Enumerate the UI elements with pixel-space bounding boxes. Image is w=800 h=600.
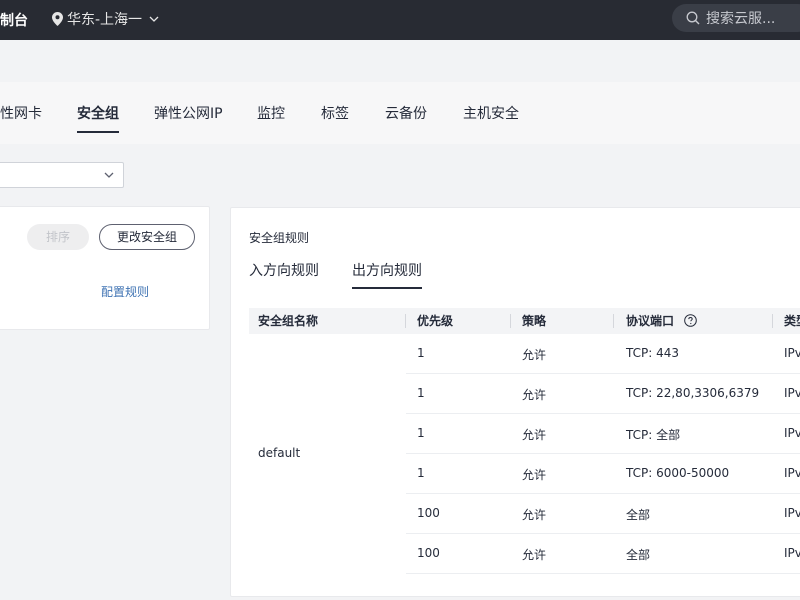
help-icon[interactable]: [684, 314, 698, 327]
priority-cell: 100: [417, 546, 440, 560]
table-row: 1 允许 TCP: 6000-50000 IPv4: [406, 454, 800, 494]
tab-inbound-rules[interactable]: 入方向规则: [249, 260, 319, 286]
column-header-priority: 优先级: [417, 314, 454, 328]
rules-table-header: 安全组名称 优先级 策略 协议端口 类型: [249, 308, 800, 334]
priority-cell: 100: [417, 506, 440, 520]
chevron-down-icon: [104, 172, 114, 178]
top-bar: 制台 华东-上海一 搜索云服...: [0, 0, 800, 40]
region-label: 华东-上海一: [67, 12, 143, 28]
table-row: 1 允许 TCP: 443 IPv4: [406, 334, 800, 374]
type-cell: IPv4: [784, 426, 800, 440]
column-header-protocol-port: 协议端口: [626, 308, 698, 334]
column-header-group-name: 安全组名称: [258, 314, 319, 328]
action-cell: 允许: [522, 548, 547, 562]
change-security-group-button[interactable]: 更改安全组: [99, 224, 195, 250]
priority-cell: 1: [417, 346, 425, 360]
location-pin-icon: [52, 12, 63, 26]
console-title[interactable]: 制台: [0, 10, 28, 30]
tab-tags[interactable]: 标签: [321, 103, 349, 131]
type-cell: IPv6: [784, 546, 800, 560]
priority-cell: 1: [417, 426, 425, 440]
search-box[interactable]: 搜索云服...: [672, 4, 800, 32]
tab-security-group[interactable]: 安全组: [77, 103, 119, 133]
protocol-port-cell: TCP: 全部: [626, 428, 681, 442]
tab-cloud-backup[interactable]: 云备份: [385, 103, 427, 131]
table-row: 100 允许 全部 IPv6: [406, 534, 800, 574]
tab-elastic-ip[interactable]: 弹性公网IP: [154, 103, 223, 131]
security-group-select[interactable]: [0, 162, 124, 188]
action-cell: 允许: [522, 508, 547, 522]
chevron-down-icon: [149, 16, 159, 22]
type-cell: IPv4: [784, 506, 800, 520]
protocol-port-cell: 全部: [626, 508, 651, 522]
type-cell: IPv4: [784, 386, 800, 400]
action-cell: 允许: [522, 428, 547, 442]
priority-cell: 1: [417, 386, 425, 400]
security-group-list-panel: 排序 更改安全组 配置规则: [0, 206, 210, 330]
column-header-action: 策略: [522, 314, 547, 328]
protocol-port-cell: 全部: [626, 548, 651, 562]
search-icon: [686, 11, 700, 25]
action-cell: 允许: [522, 388, 547, 402]
protocol-port-label: 协议端口: [626, 314, 675, 328]
tab-host-security[interactable]: 主机安全: [463, 103, 519, 131]
action-cell: 允许: [522, 348, 547, 362]
region-selector[interactable]: 华东-上海一: [52, 9, 159, 29]
protocol-port-cell: TCP: 6000-50000: [626, 466, 730, 480]
column-divider: [405, 314, 406, 328]
type-cell: IPv4: [784, 466, 800, 480]
instance-tabs: 性网卡 安全组 弹性公网IP 监控 标签 云备份 主机安全: [0, 82, 800, 144]
table-row: 1 允许 TCP: 22,80,3306,6379 IPv4: [406, 374, 800, 414]
sort-button[interactable]: 排序: [27, 224, 89, 250]
type-cell: IPv4: [784, 346, 800, 360]
rules-panel-title: 安全组规则: [249, 231, 310, 245]
tab-monitoring[interactable]: 监控: [257, 103, 285, 131]
protocol-port-cell: TCP: 443: [626, 346, 680, 360]
table-row: 100 允许 全部 IPv4: [406, 494, 800, 534]
column-divider: [613, 314, 614, 328]
table-row: 1 允许 TCP: 全部 IPv4: [406, 414, 800, 454]
action-cell: 允许: [522, 468, 547, 482]
priority-cell: 1: [417, 466, 425, 480]
tab-outbound-rules[interactable]: 出方向规则: [352, 260, 422, 289]
tab-network-interface[interactable]: 性网卡: [0, 103, 42, 131]
configure-rules-link[interactable]: 配置规则: [101, 283, 149, 300]
search-placeholder: 搜索云服...: [706, 11, 776, 27]
column-divider: [510, 314, 511, 328]
group-name-cell: default: [258, 446, 301, 460]
column-header-type: 类型: [784, 314, 800, 328]
protocol-port-cell: TCP: 22,80,3306,6379: [626, 386, 760, 400]
security-group-rules-panel: 安全组规则 入方向规则 出方向规则 安全组名称 优先级 策略 协议端口 类型 d…: [230, 207, 800, 597]
column-divider: [772, 314, 773, 328]
